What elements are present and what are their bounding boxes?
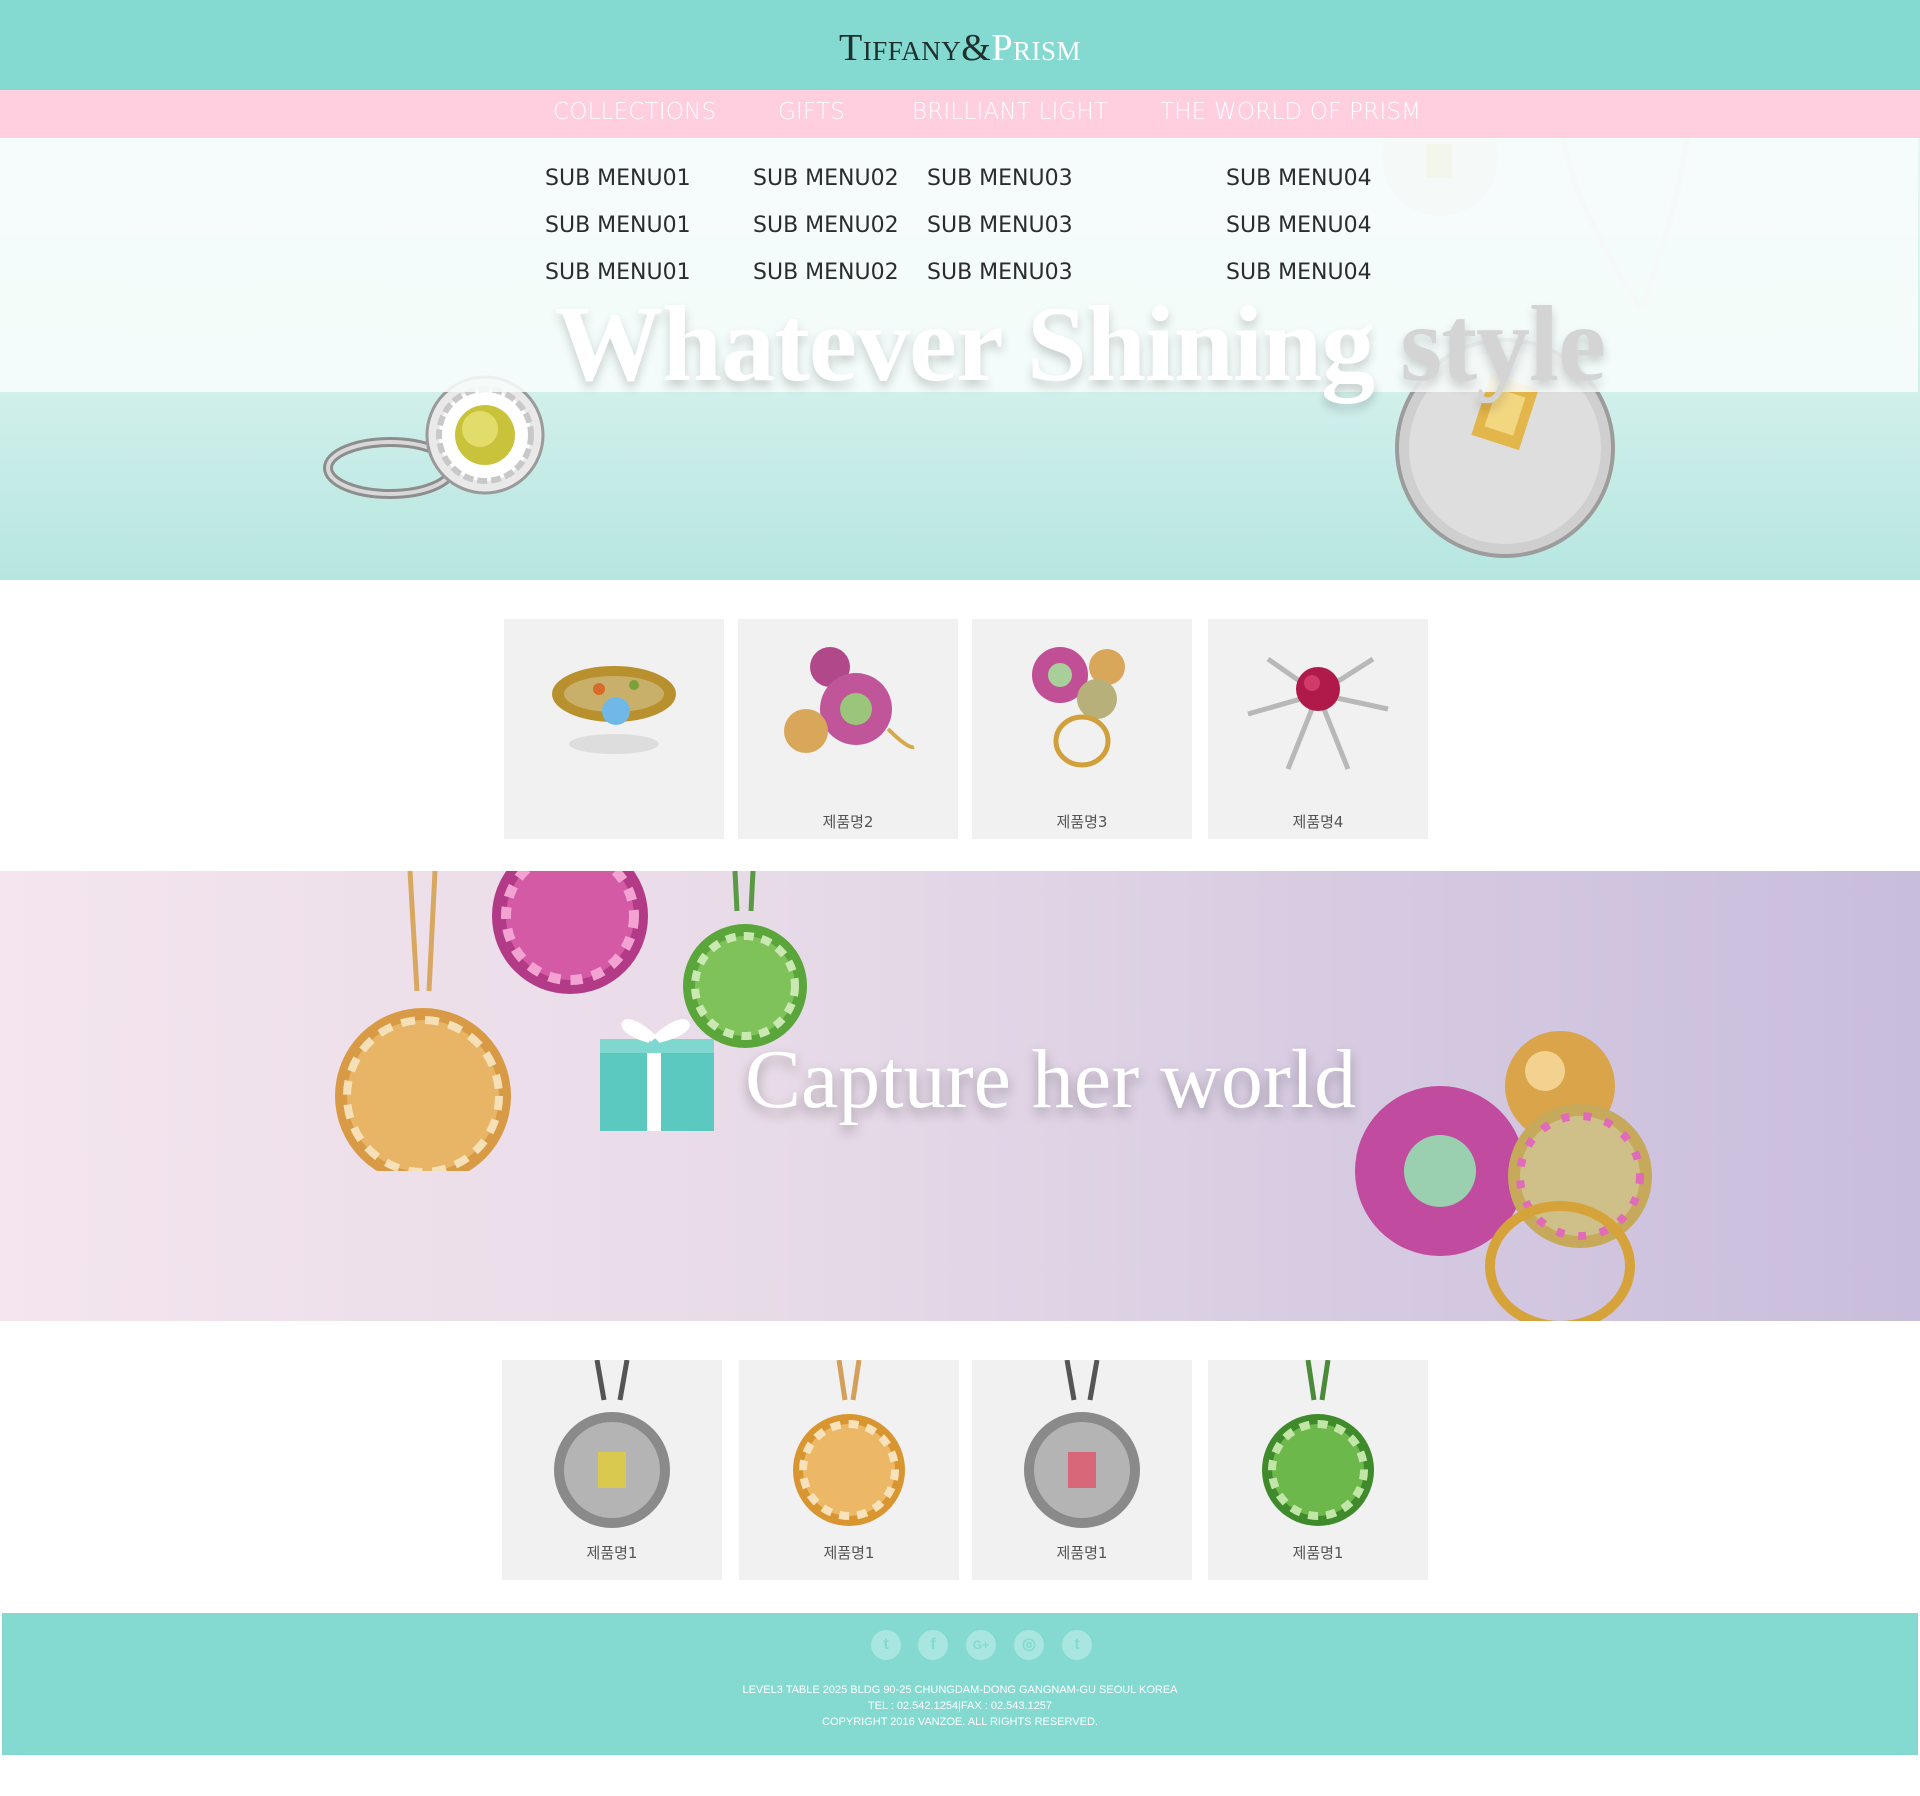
twitter-icon[interactable]: t <box>871 1630 901 1660</box>
product-grid-top: 제품명2 제품명3 제품명4 <box>0 619 1920 839</box>
silver-pendant-pink-icon <box>1024 1360 1140 1528</box>
nav-item-brilliant-light[interactable]: BRILLIANT LIGHT <box>912 99 1108 125</box>
tumblr-icon[interactable]: t <box>1062 1630 1092 1660</box>
submenu-item[interactable]: SUB MENU01 <box>545 213 691 238</box>
instagram-icon[interactable]: ◎ <box>1014 1630 1044 1660</box>
site-footer: t f G+ ◎ t LEVEL3 TABLE 2025 BLDG 90-25 … <box>2 1613 1918 1755</box>
nav-item-gifts[interactable]: GIFTS <box>778 99 845 125</box>
ring-icon <box>552 666 676 754</box>
product-card[interactable]: 제품명1 <box>739 1360 959 1580</box>
gold-pendant-icon <box>793 1360 905 1526</box>
submenu-item[interactable]: SUB MENU03 <box>927 166 1073 191</box>
nav-item-world-of-prism[interactable]: THE WORLD OF PRISM <box>1160 99 1421 125</box>
hero-banner: SUB MENU01 SUB MENU01 SUB MENU01 SUB MEN… <box>0 138 1920 580</box>
submenu-item[interactable]: SUB MENU03 <box>927 213 1073 238</box>
submenu-item[interactable]: SUB MENU04 <box>1226 213 1372 238</box>
double-ball-ring-icon <box>1032 647 1125 768</box>
gem-ring-illustration <box>1355 1031 1652 1321</box>
brand-logo-tiffany: Tiffany& <box>839 27 992 69</box>
brand-logo[interactable]: Tiffany&Prism <box>0 26 1920 70</box>
product-name: 제품명1 <box>1056 1544 1108 1562</box>
site-header: Tiffany&Prism <box>0 0 1920 90</box>
pearl-ring-icon <box>784 647 915 753</box>
product-name: 제품명1 <box>586 1544 638 1562</box>
product-card[interactable]: 제품명1 <box>502 1360 722 1580</box>
product-card[interactable]: 제품명4 <box>1208 619 1428 839</box>
footer-copyright: COPYRIGHT 2016 VANZOE. ALL RIGHTS RESERV… <box>822 1716 1098 1728</box>
pink-sphere-illustration <box>492 871 648 994</box>
submenu-item[interactable]: SUB MENU02 <box>753 260 899 285</box>
product-name: 제품명2 <box>822 813 874 831</box>
hero-headline-main: Whatever Shining <box>555 285 1401 404</box>
hero-headline-faded: style <box>1400 285 1606 404</box>
submenu-item[interactable]: SUB MENU04 <box>1226 260 1372 285</box>
banner-headline: Capture her world <box>745 1033 1357 1126</box>
submenu-item[interactable]: SUB MENU02 <box>753 166 899 191</box>
product-card[interactable]: 제품명2 <box>738 619 958 839</box>
submenu-item[interactable]: SUB MENU01 <box>545 166 691 191</box>
submenu-item[interactable]: SUB MENU04 <box>1226 166 1372 191</box>
product-name: 제품명3 <box>1056 813 1108 831</box>
footer-contact: TEL : 02.542.1254|FAX : 02.543.1257 <box>867 1700 1053 1712</box>
footer-address: LEVEL3 TABLE 2025 BLDG 90-25 CHUNGDAM-DO… <box>742 1684 1178 1696</box>
main-nav: COLLECTIONS GIFTS BRILLIANT LIGHT THE WO… <box>0 90 1920 138</box>
submenu-item[interactable]: SUB MENU01 <box>545 260 691 285</box>
product-card[interactable]: 제품명1 <box>972 1360 1192 1580</box>
product-card[interactable]: 제품명1 <box>1208 1360 1428 1580</box>
star-brooch-icon <box>1247 656 1389 770</box>
green-pendant-icon <box>1262 1360 1374 1526</box>
brand-logo-prism: Prism <box>991 27 1081 69</box>
submenu-item[interactable]: SUB MENU03 <box>927 260 1073 285</box>
google-plus-icon[interactable]: G+ <box>966 1630 996 1660</box>
promo-banner: Capture her world <box>0 871 1920 1321</box>
gift-box-icon <box>600 1019 714 1131</box>
product-name: 제품명4 <box>1292 813 1344 831</box>
facebook-icon[interactable]: f <box>918 1630 948 1660</box>
hero-headline: Whatever Shining style <box>555 283 1606 407</box>
submenu-item[interactable]: SUB MENU02 <box>753 213 899 238</box>
product-name: 제품명1 <box>823 1544 875 1562</box>
product-grid-bottom: 제품명1 제품명1 제품명1 제품명1 <box>0 1360 1920 1580</box>
product-name: 제품명1 <box>1292 1544 1344 1562</box>
nav-item-collections[interactable]: COLLECTIONS <box>553 99 716 125</box>
silver-pendant-yellow-icon <box>554 1360 670 1528</box>
product-card[interactable] <box>504 619 724 839</box>
product-card[interactable]: 제품명3 <box>972 619 1192 839</box>
